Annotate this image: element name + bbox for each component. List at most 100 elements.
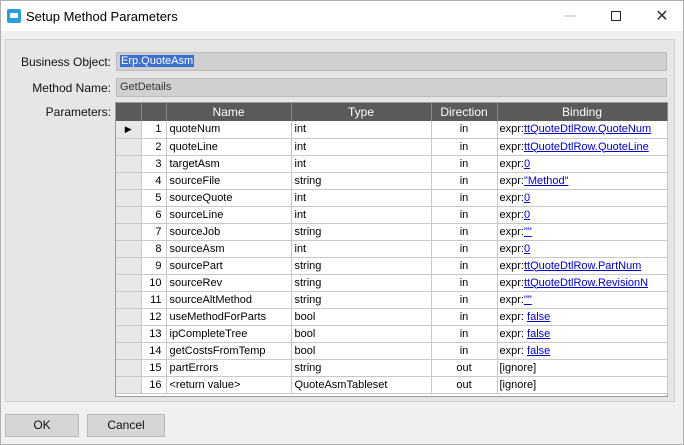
minimize-button[interactable]: —: [547, 1, 593, 32]
row-indicator[interactable]: [116, 155, 142, 173]
row-indicator[interactable]: [116, 308, 142, 326]
table-row[interactable]: 15 partErrors string out [ignore]: [116, 359, 668, 377]
binding-link[interactable]: ttQuoteDtlRow.QuoteNum: [524, 123, 651, 135]
param-name-cell[interactable]: <return value>: [166, 376, 292, 394]
row-indicator[interactable]: [116, 274, 142, 292]
param-direction-cell[interactable]: in: [431, 308, 498, 326]
param-binding-cell[interactable]: expr:0: [497, 155, 668, 173]
param-direction-cell[interactable]: in: [431, 291, 498, 309]
param-type-cell[interactable]: int: [291, 138, 432, 156]
binding-link[interactable]: "Method": [524, 175, 569, 187]
param-binding-cell[interactable]: expr:"": [497, 291, 668, 309]
param-type-cell[interactable]: int: [291, 155, 432, 173]
binding-link[interactable]: ttQuoteDtlRow.QuoteLine: [524, 141, 649, 153]
param-name-cell[interactable]: useMethodForParts: [166, 308, 292, 326]
param-name-cell[interactable]: targetAsm: [166, 155, 292, 173]
close-button[interactable]: ✕: [639, 1, 684, 32]
param-name-cell[interactable]: sourceLine: [166, 206, 292, 224]
param-binding-cell[interactable]: expr: false: [497, 308, 668, 326]
table-row[interactable]: ▶ 1 quoteNum int in expr:ttQuoteDtlRow.QuoteN…: [116, 121, 668, 139]
business-object-field[interactable]: Erp.QuoteAsm: [116, 52, 667, 71]
param-binding-cell[interactable]: expr:0: [497, 206, 668, 224]
row-indicator[interactable]: [116, 206, 142, 224]
param-direction-cell[interactable]: in: [431, 121, 498, 139]
param-binding-cell[interactable]: expr:ttQuoteDtlRow.RevisionN: [497, 274, 668, 292]
table-row[interactable]: 5 sourceQuote int in expr:0: [116, 189, 668, 207]
column-header-type[interactable]: Type: [291, 103, 432, 121]
binding-link[interactable]: "": [524, 226, 532, 238]
param-name-cell[interactable]: getCostsFromTemp: [166, 342, 292, 360]
column-header-binding[interactable]: Binding: [497, 103, 668, 121]
param-name-cell[interactable]: sourcePart: [166, 257, 292, 275]
param-binding-cell[interactable]: expr:"Method": [497, 172, 668, 190]
param-type-cell[interactable]: bool: [291, 308, 432, 326]
row-indicator[interactable]: [116, 325, 142, 343]
param-name-cell[interactable]: sourceRev: [166, 274, 292, 292]
param-direction-cell[interactable]: in: [431, 206, 498, 224]
table-row[interactable]: 4 sourceFile string in expr:"Method": [116, 172, 668, 190]
table-row[interactable]: 6 sourceLine int in expr:0: [116, 206, 668, 224]
param-type-cell[interactable]: bool: [291, 342, 432, 360]
binding-link[interactable]: 0: [524, 192, 530, 204]
row-indicator[interactable]: ▶: [116, 121, 142, 139]
table-row[interactable]: 7 sourceJob string in expr:"": [116, 223, 668, 241]
param-direction-cell[interactable]: in: [431, 138, 498, 156]
row-indicator[interactable]: [116, 376, 142, 394]
param-type-cell[interactable]: string: [291, 223, 432, 241]
column-header-direction[interactable]: Direction: [431, 103, 498, 121]
table-row[interactable]: 2 quoteLine int in expr:ttQuoteDtlRow.QuoteL…: [116, 138, 668, 156]
param-name-cell[interactable]: sourceAsm: [166, 240, 292, 258]
table-row[interactable]: 14 getCostsFromTemp bool in expr: false: [116, 342, 668, 360]
row-indicator[interactable]: [116, 138, 142, 156]
param-type-cell[interactable]: int: [291, 189, 432, 207]
row-indicator[interactable]: [116, 342, 142, 360]
row-indicator[interactable]: [116, 291, 142, 309]
param-type-cell[interactable]: string: [291, 172, 432, 190]
param-direction-cell[interactable]: in: [431, 172, 498, 190]
table-row[interactable]: 10 sourceRev string in expr:ttQuoteDtlRow.Re…: [116, 274, 668, 292]
table-row[interactable]: 8 sourceAsm int in expr:0: [116, 240, 668, 258]
param-direction-cell[interactable]: out: [431, 376, 498, 394]
param-name-cell[interactable]: partErrors: [166, 359, 292, 377]
param-binding-cell[interactable]: [ignore]: [497, 359, 668, 377]
param-type-cell[interactable]: string: [291, 291, 432, 309]
table-row[interactable]: 3 targetAsm int in expr:0: [116, 155, 668, 173]
param-name-cell[interactable]: sourceJob: [166, 223, 292, 241]
param-binding-cell[interactable]: expr:ttQuoteDtlRow.QuoteLine: [497, 138, 668, 156]
binding-link[interactable]: ttQuoteDtlRow.RevisionN: [524, 277, 648, 289]
param-type-cell[interactable]: string: [291, 359, 432, 377]
row-indicator[interactable]: [116, 189, 142, 207]
param-type-cell[interactable]: string: [291, 274, 432, 292]
param-direction-cell[interactable]: in: [431, 342, 498, 360]
maximize-button[interactable]: [593, 1, 639, 32]
method-name-field[interactable]: GetDetails: [116, 78, 667, 97]
param-binding-cell[interactable]: expr:ttQuoteDtlRow.QuoteNum: [497, 121, 668, 139]
param-direction-cell[interactable]: in: [431, 240, 498, 258]
param-binding-cell[interactable]: expr: false: [497, 342, 668, 360]
column-header-name[interactable]: Name: [166, 103, 292, 121]
binding-link[interactable]: 0: [524, 243, 530, 255]
param-type-cell[interactable]: int: [291, 206, 432, 224]
binding-link[interactable]: ttQuoteDtlRow.PartNum: [524, 260, 641, 272]
row-indicator[interactable]: [116, 172, 142, 190]
table-row[interactable]: 13 ipCompleteTree bool in expr: false: [116, 325, 668, 343]
param-binding-cell[interactable]: expr: false: [497, 325, 668, 343]
binding-link[interactable]: false: [527, 345, 550, 357]
table-row[interactable]: 11 sourceAltMethod string in expr:"": [116, 291, 668, 309]
param-type-cell[interactable]: int: [291, 240, 432, 258]
param-direction-cell[interactable]: in: [431, 155, 498, 173]
param-binding-cell[interactable]: expr:ttQuoteDtlRow.PartNum: [497, 257, 668, 275]
param-binding-cell[interactable]: expr:0: [497, 189, 668, 207]
param-name-cell[interactable]: ipCompleteTree: [166, 325, 292, 343]
param-binding-cell[interactable]: expr:0: [497, 240, 668, 258]
param-type-cell[interactable]: QuoteAsmTableset: [291, 376, 432, 394]
table-row[interactable]: 16 <return value> QuoteAsmTableset out [igno…: [116, 376, 668, 394]
param-name-cell[interactable]: sourceAltMethod: [166, 291, 292, 309]
param-type-cell[interactable]: int: [291, 121, 432, 139]
param-direction-cell[interactable]: in: [431, 325, 498, 343]
param-name-cell[interactable]: quoteNum: [166, 121, 292, 139]
table-row[interactable]: 12 useMethodForParts bool in expr: false: [116, 308, 668, 326]
param-direction-cell[interactable]: in: [431, 223, 498, 241]
param-name-cell[interactable]: sourceQuote: [166, 189, 292, 207]
binding-link[interactable]: 0: [524, 158, 530, 170]
